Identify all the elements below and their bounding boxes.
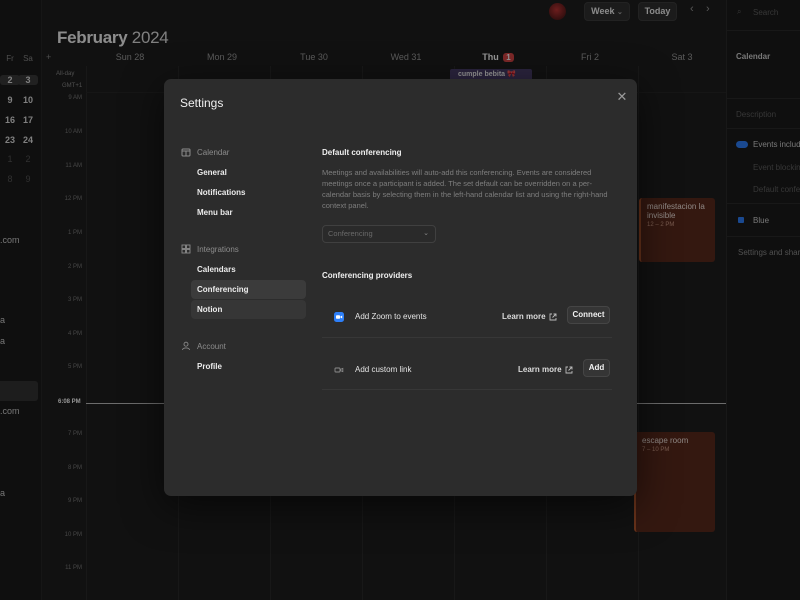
external-link-icon	[549, 313, 557, 320]
divider	[322, 389, 612, 390]
nav-item-notifications[interactable]: Notifications	[191, 183, 306, 202]
conferencing-select[interactable]: Conferencing ⌄	[322, 225, 436, 243]
zoom-icon	[334, 312, 344, 322]
nav-item-conferencing[interactable]: Conferencing	[191, 280, 306, 299]
conferencing-providers-title: Conferencing providers	[322, 271, 413, 280]
divider	[322, 337, 612, 338]
learn-more-link[interactable]: Learn more	[502, 312, 557, 321]
nav-item-menu-bar[interactable]: Menu bar	[191, 203, 306, 222]
learn-more-label: Learn more	[518, 365, 562, 374]
learn-more-link[interactable]: Learn more	[518, 365, 573, 374]
chevron-down-icon: ⌄	[423, 230, 429, 237]
default-conferencing-title: Default conferencing	[322, 148, 402, 157]
modal-title: Settings	[180, 96, 224, 110]
calendar-icon	[181, 148, 191, 157]
conferencing-select-placeholder: Conferencing	[328, 229, 373, 238]
external-link-icon	[565, 366, 573, 373]
nav-item-general[interactable]: General	[191, 163, 306, 182]
provider-row-zoom: Add Zoom to events Learn more Connect	[322, 302, 612, 335]
nav-section-label: Calendar	[197, 147, 230, 157]
nav-item-calendars[interactable]: Calendars	[191, 260, 306, 279]
settings-modal: Settings ✕ Calendar General Notification…	[164, 79, 637, 496]
nav-section-calendar: Calendar	[181, 147, 229, 157]
learn-more-label: Learn more	[502, 312, 546, 321]
provider-row-custom: Add custom link Learn more Add	[322, 355, 612, 388]
provider-label: Add custom link	[355, 365, 412, 374]
nav-section-account: Account	[181, 341, 226, 351]
nav-section-integrations: Integrations	[181, 244, 239, 254]
video-icon	[334, 367, 344, 373]
default-conferencing-description: Meetings and availabilities will auto-ad…	[322, 168, 608, 210]
nav-section-label: Integrations	[197, 244, 239, 254]
nav-item-profile[interactable]: Profile	[191, 357, 306, 376]
integrations-icon	[181, 244, 191, 254]
nav-item-notion[interactable]: Notion	[191, 300, 306, 319]
provider-label: Add Zoom to events	[355, 312, 427, 321]
account-icon	[182, 341, 190, 351]
add-custom-link-button[interactable]: Add	[583, 359, 610, 377]
settings-content: Default conferencing Meetings and availa…	[322, 79, 622, 496]
nav-section-label: Account	[197, 341, 226, 351]
connect-button[interactable]: Connect	[567, 306, 610, 324]
